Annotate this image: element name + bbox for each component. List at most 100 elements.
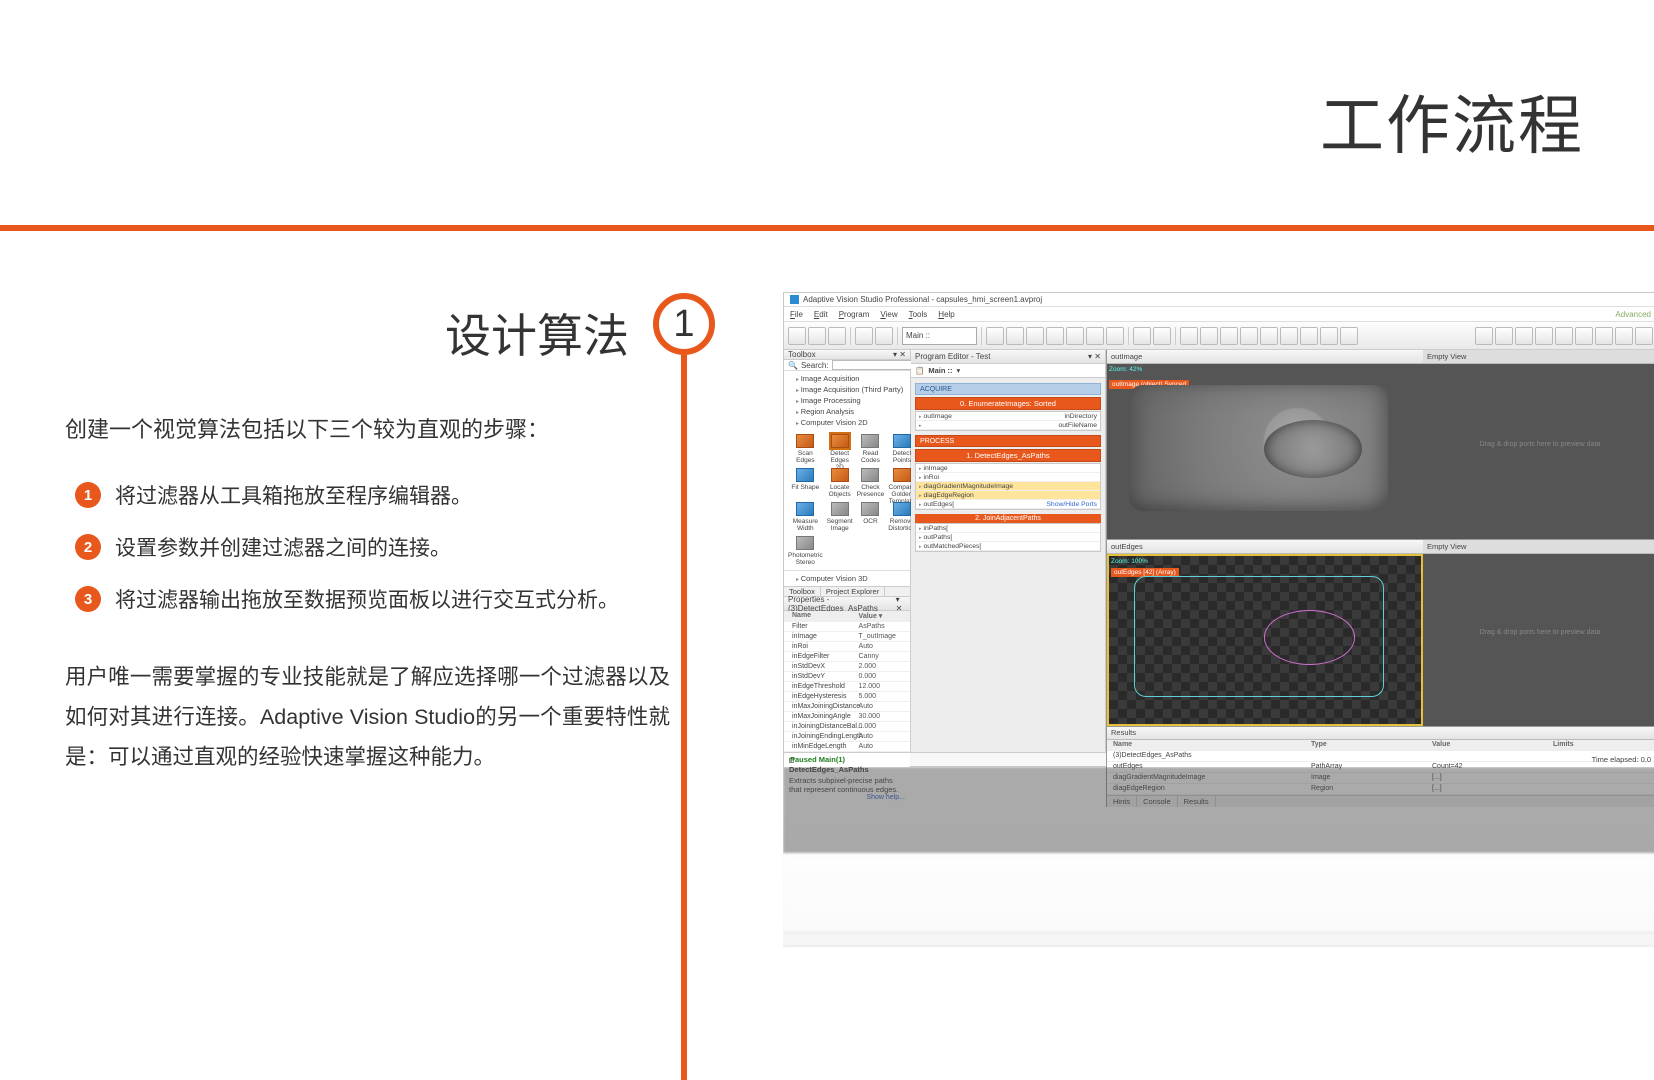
toolbar-icon[interactable] (1260, 327, 1278, 345)
tree-item[interactable]: Computer Vision 2D (788, 417, 906, 428)
node-body[interactable]: outImageinDirectory outFileName (915, 411, 1101, 431)
toolbar-icon[interactable] (855, 327, 873, 345)
toolbar-icon[interactable] (1300, 327, 1318, 345)
close-icon[interactable]: ▾ ✕ (893, 350, 906, 359)
toolbar-icon[interactable] (808, 327, 826, 345)
horizontal-rule (0, 225, 1654, 231)
tool-item[interactable]: Check Presence (857, 468, 884, 498)
macro-combo[interactable]: Main :: (902, 327, 977, 345)
toolbar-icon[interactable] (1595, 327, 1613, 345)
tree-item[interactable]: Image Acquisition (788, 373, 906, 384)
results-panel[interactable]: Results NameTypeValueLimits(3)DetectEdge… (1106, 727, 1654, 807)
menu-item[interactable]: View (880, 310, 897, 319)
tool-item[interactable]: Photometric Stereo (788, 536, 823, 566)
node-header[interactable]: 1. DetectEdges_AsPaths (915, 449, 1101, 462)
tree-item[interactable]: Image Processing (788, 395, 906, 406)
tool-item[interactable]: Scan Edges (788, 434, 823, 464)
property-row[interactable]: inStdDevX2.000 (784, 662, 910, 672)
toolbar-icon[interactable] (1555, 327, 1573, 345)
property-row[interactable]: inMaxJoiningDistanceAuto (784, 702, 910, 712)
property-row[interactable]: inMaxJoiningAngle30.000 (784, 712, 910, 722)
property-row[interactable]: inEdgeThreshold12.000 (784, 682, 910, 692)
toolbar-icon[interactable] (1106, 327, 1124, 345)
toolbox-search[interactable]: 🔍 Search: (784, 360, 910, 371)
toolbar-icon[interactable] (1240, 327, 1258, 345)
pause-icon[interactable] (1026, 327, 1044, 345)
property-row[interactable]: inStdDevY0.000 (784, 672, 910, 682)
properties-panel: Properties - (3)DetectEdges_AsPaths▾ ✕ N… (784, 596, 910, 804)
tab[interactable]: Console (1137, 796, 1178, 808)
property-row[interactable]: inJoiningDistanceBal...0.000 (784, 722, 910, 732)
result-row[interactable]: diagGradientMagnitudeImageImage[...] (1107, 773, 1654, 784)
tree-item[interactable]: Computer Vision 3D (788, 573, 906, 584)
result-row[interactable]: (3)DetectEdges_AsPaths (1107, 751, 1654, 762)
property-row[interactable]: inImageT_outImage (784, 632, 910, 642)
menu-bar[interactable]: File Edit Program View Tools Help Advanc… (784, 307, 1654, 322)
stop-icon[interactable] (1046, 327, 1064, 345)
tool-item[interactable]: Segment Image (827, 502, 853, 532)
toolbar-icon[interactable] (1320, 327, 1338, 345)
tool-item[interactable]: OCR (857, 502, 884, 532)
zoom-icon[interactable] (1495, 327, 1513, 345)
fit-icon[interactable] (1535, 327, 1553, 345)
toolbar-icon[interactable] (1280, 327, 1298, 345)
toolbar-icon[interactable] (1340, 327, 1358, 345)
result-row[interactable]: outEdgesPathArrayCount=42 (1107, 762, 1654, 773)
close-icon[interactable]: ▾ ✕ (896, 595, 906, 613)
menu-item[interactable]: Help (938, 310, 954, 319)
toolbar-icon[interactable] (1086, 327, 1104, 345)
toolbar-icon[interactable] (788, 327, 806, 345)
tool-item[interactable]: Fit Shape (788, 468, 823, 498)
toolbar-icon[interactable] (1635, 327, 1653, 345)
step-icon[interactable] (1006, 327, 1024, 345)
toolbar-icon[interactable] (1153, 327, 1171, 345)
toolbar-icon[interactable] (1575, 327, 1593, 345)
editor-subbar[interactable]: 📋Main ::▾ (911, 364, 1105, 378)
property-row[interactable]: inMinEdgeLengthAuto (784, 742, 910, 752)
property-row[interactable]: FilterAsPaths (784, 622, 910, 632)
tool-item[interactable]: Read Codes (857, 434, 884, 464)
results-tabs[interactable]: Hints Console Results (1107, 795, 1654, 808)
zoom-icon[interactable] (1515, 327, 1533, 345)
menu-item[interactable]: Edit (814, 310, 828, 319)
tab[interactable]: Results (1178, 796, 1216, 808)
tool-item[interactable]: Measure Width (788, 502, 823, 532)
window-titlebar: Adaptive Vision Studio Professional - ca… (784, 293, 1654, 307)
property-row[interactable]: inEdgeFilterCanny (784, 652, 910, 662)
node-header[interactable]: 0. EnumerateImages: Sorted (915, 397, 1101, 410)
toolbox-tree[interactable]: Image Acquisition Image Acquisition (Thi… (784, 371, 910, 430)
property-row[interactable]: inRoiAuto (784, 642, 910, 652)
toolbar-icon[interactable] (1180, 327, 1198, 345)
cursor-icon[interactable] (1475, 327, 1493, 345)
result-row[interactable]: diagEdgeRegionRegion[...] (1107, 784, 1654, 795)
tool-item[interactable]: Locate Objects (827, 468, 853, 498)
node-header[interactable]: 2. JoinAdjacentPaths (915, 514, 1101, 523)
tree-item[interactable]: Image Acquisition (Third Party) (788, 384, 906, 395)
toolbar-icon[interactable] (828, 327, 846, 345)
toolbar-icon[interactable] (1200, 327, 1218, 345)
tool-item[interactable]: Detect Edges 2D (827, 434, 853, 464)
toolbar-icon[interactable] (1615, 327, 1633, 345)
program-editor[interactable]: Program Editor - Test▾ ✕ 📋Main ::▾ ACQUI… (911, 350, 1106, 752)
toolbar[interactable]: Main :: (784, 322, 1654, 350)
help-link[interactable]: Show help... (866, 794, 905, 801)
toolbar-icon[interactable] (1066, 327, 1084, 345)
node-body[interactable]: inImage inRoi diagGradientMagnitudeImage… (915, 463, 1101, 510)
preview-pane-image[interactable]: outImage Zoom: 42% outImage (object) Syn… (1106, 350, 1654, 540)
play-icon[interactable] (986, 327, 1004, 345)
menu-item[interactable]: Program (839, 310, 870, 319)
bullet-number: 1 (75, 482, 101, 508)
tab[interactable]: Hints (1107, 796, 1137, 808)
menu-item[interactable]: File (790, 310, 803, 319)
tree-item[interactable]: Region Analysis (788, 406, 906, 417)
toolbar-icon[interactable] (1133, 327, 1151, 345)
toolbar-icon[interactable] (1220, 327, 1238, 345)
preview-pane-edges[interactable]: outEdges Zoom: 100% outEdges [42] (Array… (1106, 540, 1654, 727)
advanced-link[interactable]: Advanced (1615, 310, 1651, 319)
toolbar-icon[interactable] (875, 327, 893, 345)
property-row[interactable]: inJoiningEndingLengthAuto (784, 732, 910, 742)
toolbox-icons[interactable]: Scan Edges Detect Edges 2D Read Codes De… (784, 430, 910, 570)
property-row[interactable]: inEdgeHysteresis5.000 (784, 692, 910, 702)
node-body[interactable]: inPaths[ outPaths[ outMatchedPieces[ (915, 523, 1101, 552)
menu-item[interactable]: Tools (909, 310, 928, 319)
